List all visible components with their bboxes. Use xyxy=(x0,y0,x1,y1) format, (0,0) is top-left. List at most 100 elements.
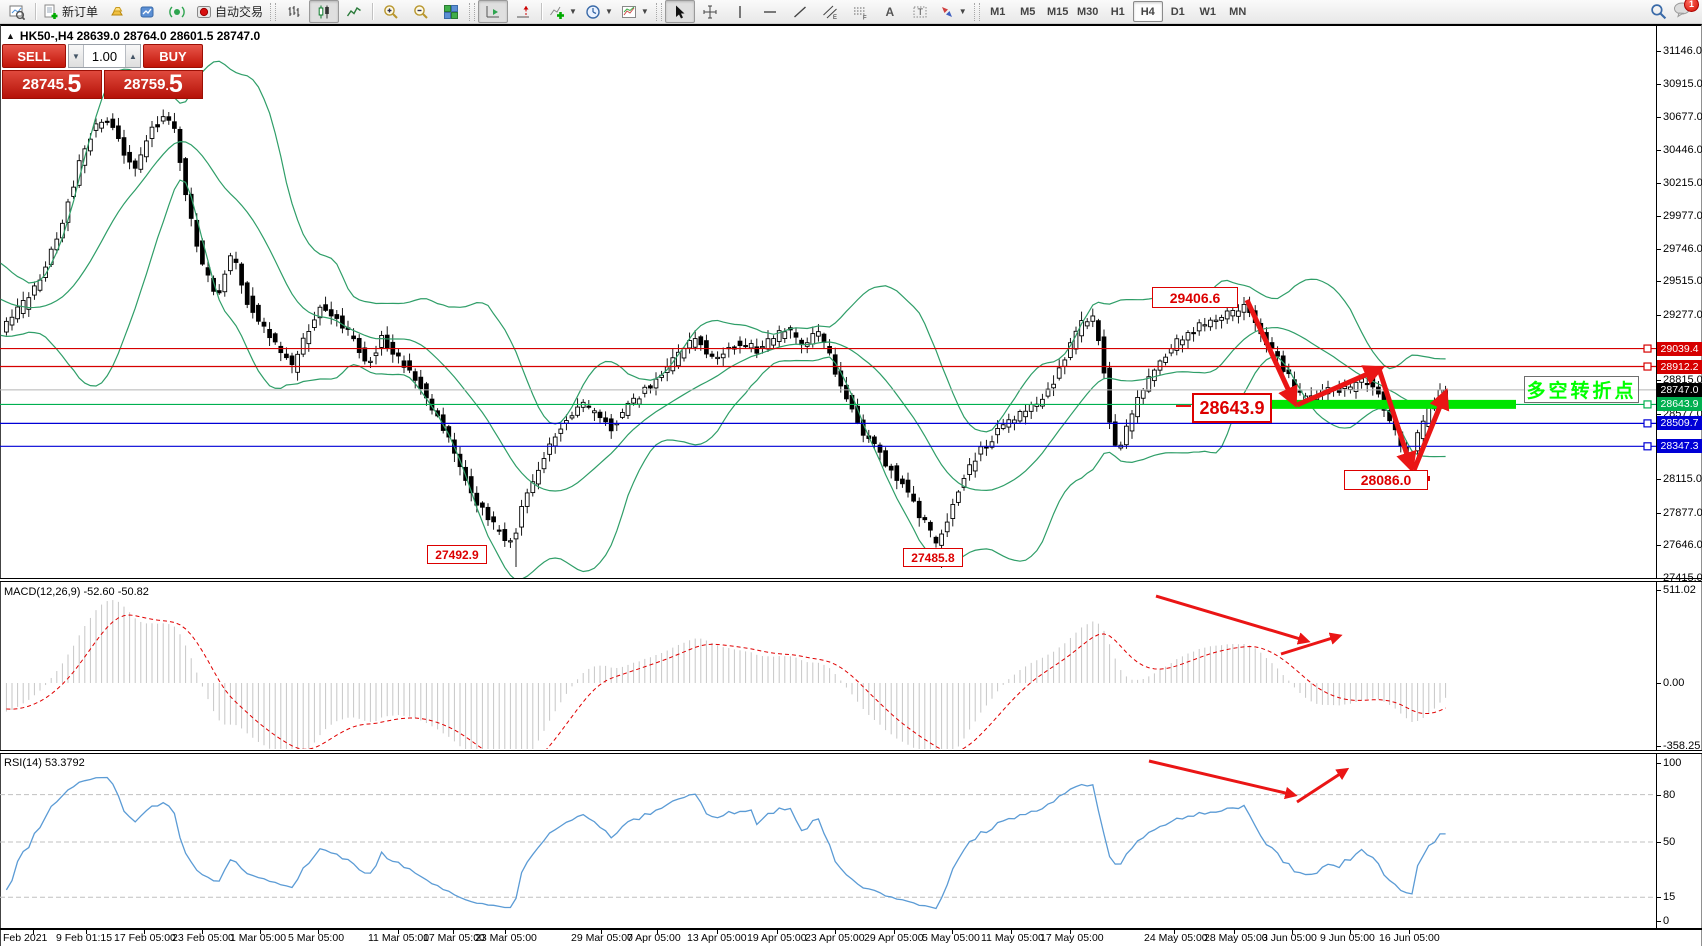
price-tick-label: 30446.0 xyxy=(1663,144,1702,156)
sell-button[interactable]: SELL xyxy=(2,44,66,68)
periods-button[interactable]: ▼ xyxy=(581,0,617,23)
buy-button[interactable]: BUY xyxy=(143,44,203,68)
rsi-tick-label: 50 xyxy=(1663,836,1675,848)
timeframe-m1[interactable]: M1 xyxy=(983,1,1013,22)
buy-price-display[interactable]: 28759.5 xyxy=(104,70,204,99)
zoom-out-button[interactable] xyxy=(406,0,436,23)
macd-tick-mark xyxy=(1656,590,1661,591)
timeframe-m30[interactable]: M30 xyxy=(1073,1,1103,22)
rsi-tick-mark xyxy=(1656,795,1661,796)
auto-trading-button[interactable]: 自动交易 xyxy=(192,0,267,23)
timeframe-w1[interactable]: W1 xyxy=(1193,1,1223,22)
auto-scroll-button[interactable] xyxy=(478,0,508,23)
price-tick-mark xyxy=(1656,216,1661,217)
time-axis-tick xyxy=(144,930,145,934)
svg-text:T: T xyxy=(917,7,923,17)
candlestick-chart-type-button[interactable] xyxy=(309,0,339,23)
indicators-button[interactable]: ▼ xyxy=(545,0,581,23)
pane-separator-macd[interactable] xyxy=(0,578,1702,582)
volume-decrease-button[interactable]: ▼ xyxy=(69,45,84,67)
new-order-button[interactable]: 新订单 xyxy=(39,0,102,23)
chart-shift-button[interactable] xyxy=(508,0,538,23)
fibonacci-tool-button[interactable]: F xyxy=(845,0,875,23)
time-axis-tick xyxy=(398,930,399,934)
market-watch-button[interactable] xyxy=(2,0,32,23)
signals-button[interactable] xyxy=(162,0,192,23)
volume-increase-button[interactable]: ▲ xyxy=(125,45,140,67)
signal-icon xyxy=(169,4,185,20)
chart-shift-icon xyxy=(515,4,531,20)
timeframe-mn[interactable]: MN xyxy=(1223,1,1253,22)
svg-text:F: F xyxy=(863,15,867,20)
zoom-out-icon xyxy=(413,4,429,20)
text-tool-button[interactable]: A xyxy=(875,0,905,23)
rsi-tick-mark xyxy=(1656,897,1661,898)
macd-tick-label: 0.00 xyxy=(1663,677,1684,689)
channel-icon: E xyxy=(822,4,838,20)
timeframe-h1[interactable]: H1 xyxy=(1103,1,1133,22)
pane-separator-rsi[interactable] xyxy=(0,750,1702,754)
search-icon[interactable] xyxy=(1650,3,1667,20)
equidistant-channel-tool-button[interactable]: E xyxy=(815,0,845,23)
time-axis-tick xyxy=(717,930,718,934)
time-axis-tick xyxy=(1174,930,1175,934)
time-axis-tick xyxy=(202,930,203,934)
timeframe-d1[interactable]: D1 xyxy=(1163,1,1193,22)
timeframe-m5[interactable]: M5 xyxy=(1013,1,1043,22)
time-axis-tick xyxy=(1070,930,1071,934)
arrows-tool-button[interactable]: ▼ xyxy=(935,0,971,23)
templates-button[interactable]: ▼ xyxy=(617,0,653,23)
toolbar-drag-handle[interactable] xyxy=(469,3,475,21)
auto-trading-icon xyxy=(196,4,212,20)
toolbar-drag-handle[interactable] xyxy=(656,3,662,21)
time-axis-label: 1 Mar 05:00 xyxy=(230,932,286,944)
bar-chart-type-button[interactable] xyxy=(279,0,309,23)
time-axis-tick xyxy=(777,930,778,934)
timeframe-h4[interactable]: H4 xyxy=(1133,1,1163,22)
price-tick-label: 29746.0 xyxy=(1663,243,1702,255)
line-chart-type-button[interactable] xyxy=(339,0,369,23)
new-order-label: 新订单 xyxy=(62,3,98,20)
time-axis-tick xyxy=(453,930,454,934)
time-axis-label: 7 Apr 05:00 xyxy=(627,932,681,944)
trendline-tool-button[interactable] xyxy=(785,0,815,23)
timeframe-m15[interactable]: M15 xyxy=(1043,1,1073,22)
tile-windows-button[interactable] xyxy=(436,0,466,23)
price-tick-mark xyxy=(1656,249,1661,250)
volume-input[interactable]: 1.00 xyxy=(84,45,125,67)
macd-tick-mark xyxy=(1656,683,1661,684)
price-badge-28643.9: 28643.9 xyxy=(1657,397,1702,411)
rsi-tick-label: 80 xyxy=(1663,789,1675,801)
price-tick-mark xyxy=(1656,545,1661,546)
history-center-button[interactable] xyxy=(102,0,132,23)
toolbar-separator xyxy=(541,3,542,20)
collapse-trade-panel-icon[interactable]: ▲ xyxy=(6,31,15,41)
horizontal-line-icon xyxy=(762,4,778,20)
price-tick-mark xyxy=(1656,513,1661,514)
sell-price-display[interactable]: 28745.5 xyxy=(2,70,102,99)
price-tick-mark xyxy=(1656,315,1661,316)
time-axis-label: 11 May 05:00 xyxy=(981,932,1044,944)
template-icon xyxy=(621,4,637,20)
crosshair-tool-button[interactable] xyxy=(695,0,725,23)
notifications-button[interactable]: 1 xyxy=(1673,1,1692,23)
text-label-tool-button[interactable]: T xyxy=(905,0,935,23)
macd-tick-label: 511.02 xyxy=(1663,584,1696,596)
time-axis-label: 9 Feb 01:15 xyxy=(56,932,112,944)
cursor-tool-button[interactable] xyxy=(665,0,695,23)
new-order-icon xyxy=(43,4,59,20)
global-variables-button[interactable] xyxy=(132,0,162,23)
toolbar-drag-handle[interactable] xyxy=(270,3,276,21)
zoom-in-button[interactable] xyxy=(376,0,406,23)
macd-label: MACD(12,26,9) -52.60 -50.82 xyxy=(4,586,149,598)
price-tick-label: 29977.0 xyxy=(1663,210,1702,222)
price-badge-29039.4: 29039.4 xyxy=(1657,342,1702,356)
candlestick-icon xyxy=(316,4,332,20)
time-axis-label: 5 May 05:00 xyxy=(922,932,980,944)
time-axis-label: 28 May 05:00 xyxy=(1204,932,1268,944)
toolbar-drag-handle[interactable] xyxy=(974,3,980,21)
price-tick-label: 30215.0 xyxy=(1663,177,1702,189)
vertical-line-tool-button[interactable] xyxy=(725,0,755,23)
horizontal-line-tool-button[interactable] xyxy=(755,0,785,23)
rsi-tick-label: 100 xyxy=(1663,757,1681,769)
